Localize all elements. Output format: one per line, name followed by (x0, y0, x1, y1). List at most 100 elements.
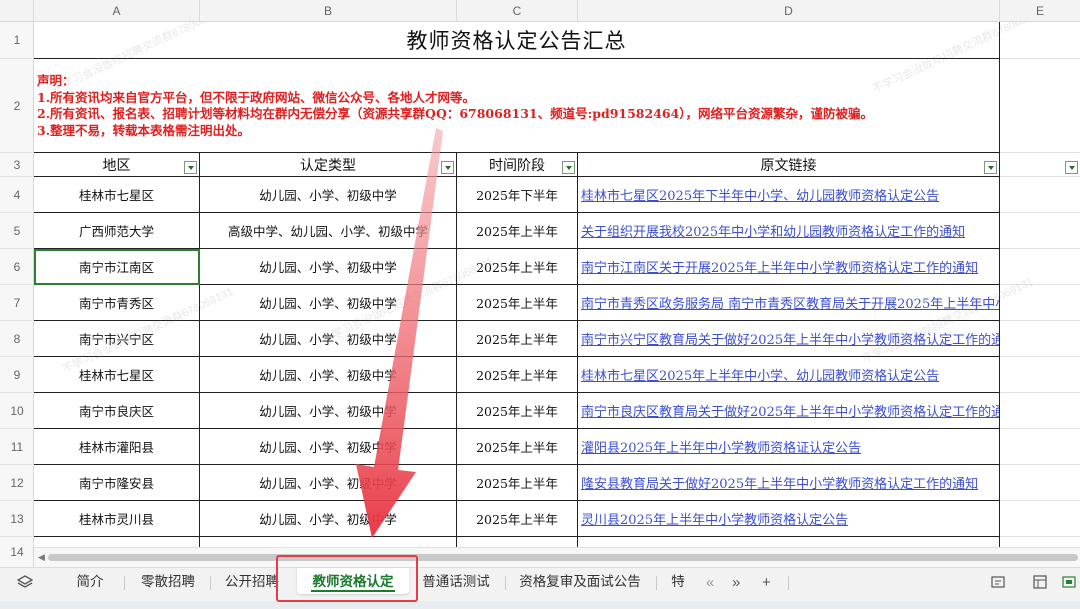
row-header-1[interactable]: 1 (0, 22, 34, 59)
row-header-13[interactable]: 13 (0, 501, 34, 537)
cell-empty[interactable] (1000, 393, 1080, 429)
cell-region[interactable]: 南宁市兴宁区 (34, 321, 200, 357)
cell-empty[interactable] (34, 537, 200, 547)
filter-dropdown-icon[interactable] (1065, 161, 1078, 174)
header-region[interactable]: 地区 (34, 153, 200, 177)
cell-type[interactable]: 幼儿园、小学、初级中学 (200, 393, 457, 429)
filter-dropdown-icon[interactable] (562, 161, 575, 174)
cell-empty[interactable] (200, 537, 457, 547)
scroll-thumb[interactable] (48, 554, 1078, 561)
filter-dropdown-icon[interactable] (184, 161, 197, 174)
cell-region[interactable]: 南宁市江南区 (34, 249, 200, 285)
cell-empty[interactable] (1000, 465, 1080, 501)
tab-intro[interactable]: 简介 (64, 568, 116, 602)
tab-casual-recruitment[interactable]: 零散招聘 (132, 568, 204, 602)
column-header-e[interactable]: E (1000, 0, 1080, 22)
cell-type[interactable]: 幼儿园、小学、初级中学 (200, 501, 457, 537)
tab-truncated[interactable]: 特 (664, 568, 692, 602)
cell-empty[interactable] (1000, 213, 1080, 249)
horizontal-scrollbar[interactable]: ◀ (34, 547, 1080, 567)
cell-period[interactable]: 2025年上半年 (457, 393, 578, 429)
filter-dropdown-icon[interactable] (984, 161, 997, 174)
tab-qualification-review[interactable]: 资格复审及面试公告 (512, 568, 648, 602)
cell-type[interactable]: 幼儿园、小学、初级中学 (200, 429, 457, 465)
cell-empty[interactable] (1000, 285, 1080, 321)
cell-region[interactable]: 桂林市七星区 (34, 357, 200, 393)
row-header-6[interactable]: 6 (0, 249, 34, 285)
filter-dropdown-icon[interactable] (441, 161, 454, 174)
cell-period[interactable]: 2025年上半年 (457, 501, 578, 537)
cell-link[interactable]: 南宁市江南区关于开展2025年上半年中小学教师资格认定工作的通知 (578, 249, 1000, 285)
row-header-14[interactable]: 14 (0, 537, 34, 567)
cell-type[interactable]: 幼儿园、小学、初级中学 (200, 285, 457, 321)
column-header-a[interactable]: A (34, 0, 200, 22)
cell-type[interactable]: 幼儿园、小学、初级中学 (200, 465, 457, 501)
cell-region[interactable]: 广西师范大学 (34, 213, 200, 249)
cell-link[interactable]: 隆安县教育局关于做好2025年上半年中小学教师资格认定工作的通知 (578, 465, 1000, 501)
row-header-3[interactable]: 3 (0, 153, 34, 177)
scroll-left-arrow-icon[interactable]: ◀ (38, 553, 45, 563)
cell-region[interactable]: 南宁市隆安县 (34, 465, 200, 501)
cell-period[interactable]: 2025年上半年 (457, 249, 578, 285)
cell-region[interactable]: 桂林市灵川县 (34, 501, 200, 537)
cell-period[interactable]: 2025年上半年 (457, 429, 578, 465)
row-header-4[interactable]: 4 (0, 177, 34, 213)
cell-link[interactable]: 南宁市兴宁区教育局关于做好2025年上半年中小学教师资格认定工作的通知 (578, 321, 1000, 357)
cell-period[interactable]: 2025年下半年 (457, 177, 578, 213)
cell-period[interactable]: 2025年上半年 (457, 285, 578, 321)
cell-region[interactable]: 南宁市青秀区 (34, 285, 200, 321)
cell-period[interactable]: 2025年上半年 (457, 465, 578, 501)
comment-icon[interactable] (990, 574, 1006, 594)
cell-type[interactable]: 幼儿园、小学、初级中学 (200, 177, 457, 213)
cell-link[interactable]: 桂林市七星区2025年下半年中小学、幼儿园教师资格认定公告 (578, 177, 1000, 213)
tab-teacher-certification[interactable]: 教师资格认定 (297, 568, 409, 594)
cell-region[interactable]: 南宁市良庆区 (34, 393, 200, 429)
fill-icon[interactable] (1062, 574, 1078, 594)
cell-link[interactable]: 关于组织开展我校2025年中小学和幼儿园教师资格认定工作的通知 (578, 213, 1000, 249)
cell-type[interactable]: 幼儿园、小学、初级中学 (200, 249, 457, 285)
cell-empty[interactable] (1000, 501, 1080, 537)
tab-public-recruitment[interactable]: 公开招聘 (216, 568, 288, 602)
header-e[interactable] (1000, 153, 1080, 177)
cell-empty[interactable] (1000, 321, 1080, 357)
sheet-view-icon[interactable] (1032, 574, 1048, 594)
cell-region[interactable]: 桂林市七星区 (34, 177, 200, 213)
row-header-2[interactable]: 2 (0, 59, 34, 153)
row-header-12[interactable]: 12 (0, 465, 34, 501)
double-chevron-left-icon[interactable]: « (706, 574, 714, 591)
double-chevron-right-icon[interactable]: » (732, 574, 740, 591)
column-header-d[interactable]: D (578, 0, 1000, 22)
cell-link[interactable]: 灌阳县2025年上半年中小学教师资格证认定公告 (578, 429, 1000, 465)
tab-mandarin-test[interactable]: 普通话测试 (416, 568, 496, 602)
cell-empty[interactable] (1000, 177, 1080, 213)
row-header-5[interactable]: 5 (0, 213, 34, 249)
row-header-11[interactable]: 11 (0, 429, 34, 465)
cell-period[interactable]: 2025年上半年 (457, 213, 578, 249)
cell-empty[interactable] (457, 537, 578, 547)
row-header-9[interactable]: 9 (0, 357, 34, 393)
plus-icon[interactable]: + (762, 574, 771, 591)
cell-link[interactable]: 灵川县2025年上半年中小学教师资格认定公告 (578, 501, 1000, 537)
cell-type[interactable]: 幼儿园、小学、初级中学 (200, 321, 457, 357)
layers-icon[interactable] (16, 574, 34, 596)
cell-link[interactable]: 南宁市青秀区政务服务局 南宁市青秀区教育局关于开展2025年上半年中小学、幼 (578, 285, 1000, 321)
cell-empty[interactable] (1000, 249, 1080, 285)
sheet-title[interactable]: 教师资格认定公告汇总 (34, 22, 1000, 59)
column-header-b[interactable]: B (200, 0, 457, 22)
select-all-corner[interactable] (0, 0, 34, 22)
cell-type[interactable]: 高级中学、幼儿园、小学、初级中学 (200, 213, 457, 249)
cell-period[interactable]: 2025年上半年 (457, 357, 578, 393)
row-header-7[interactable]: 7 (0, 285, 34, 321)
header-period[interactable]: 时间阶段 (457, 153, 578, 177)
cell-empty[interactable] (578, 537, 1000, 547)
cell-empty[interactable] (1000, 429, 1080, 465)
cell-empty[interactable] (1000, 357, 1080, 393)
cell-region[interactable]: 桂林市灌阳县 (34, 429, 200, 465)
notice-block[interactable]: 声明： 1.所有资讯均来自官方平台，但不限于政府网站、微信公众号、各地人才网等。… (34, 59, 1000, 153)
cell-link[interactable]: 桂林市七星区2025年上半年中小学、幼儿园教师资格认定公告 (578, 357, 1000, 393)
column-header-c[interactable]: C (457, 0, 578, 22)
row-header-10[interactable]: 10 (0, 393, 34, 429)
cell-type[interactable]: 幼儿园、小学、初级中学 (200, 357, 457, 393)
cell-period[interactable]: 2025年上半年 (457, 321, 578, 357)
header-link[interactable]: 原文链接 (578, 153, 1000, 177)
